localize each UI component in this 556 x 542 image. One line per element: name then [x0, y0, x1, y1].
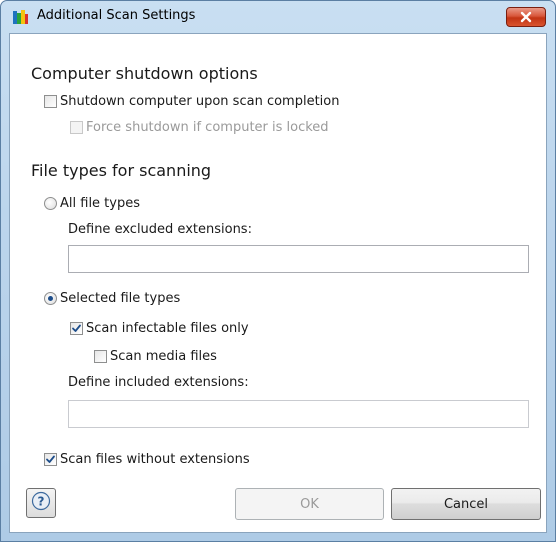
selected-file-types-option[interactable]: Selected file types: [44, 291, 180, 306]
media-files-option[interactable]: Scan media files: [94, 349, 217, 364]
help-glyph: ?: [38, 495, 45, 509]
dialog-window: Additional Scan Settings Computer shutdo…: [0, 0, 556, 542]
close-button[interactable]: [506, 7, 546, 27]
selected-file-types-radio[interactable]: [44, 292, 57, 305]
infectable-only-option[interactable]: Scan infectable files only: [70, 321, 249, 336]
close-icon: [520, 8, 532, 27]
shutdown-checkbox[interactable]: [44, 95, 57, 108]
ok-button[interactable]: OK: [235, 488, 384, 520]
media-files-checkbox[interactable]: [94, 350, 107, 363]
avg-logo-icon: [12, 9, 29, 26]
included-extensions-input: [68, 400, 529, 428]
filetypes-section-heading: File types for scanning: [31, 161, 212, 180]
dialog-content: Computer shutdown options Shutdown compu…: [9, 33, 547, 533]
window-title: Additional Scan Settings: [37, 8, 196, 23]
included-extensions-label: Define included extensions:: [68, 375, 249, 390]
all-file-types-radio[interactable]: [44, 197, 57, 210]
no-extension-checkbox[interactable]: [44, 453, 57, 466]
excluded-extensions-input[interactable]: [68, 245, 529, 273]
shutdown-section-heading: Computer shutdown options: [31, 64, 258, 83]
force-shutdown-label: Force shutdown if computer is locked: [86, 120, 329, 135]
cancel-button[interactable]: Cancel: [391, 488, 541, 520]
infectable-only-checkbox[interactable]: [70, 322, 83, 335]
force-shutdown-checkbox: [70, 121, 83, 134]
shutdown-label: Shutdown computer upon scan completion: [60, 94, 340, 109]
no-extension-option[interactable]: Scan files without extensions: [44, 452, 250, 467]
no-extension-label: Scan files without extensions: [60, 452, 250, 467]
media-files-label: Scan media files: [110, 349, 217, 364]
title-bar[interactable]: Additional Scan Settings: [1, 1, 555, 33]
shutdown-option[interactable]: Shutdown computer upon scan completion: [44, 94, 339, 109]
all-file-types-option[interactable]: All file types: [44, 196, 140, 211]
help-button[interactable]: ?: [26, 488, 56, 518]
excluded-extensions-label: Define excluded extensions:: [68, 222, 252, 237]
infectable-only-label: Scan infectable files only: [86, 321, 249, 336]
help-icon: ?: [31, 491, 51, 515]
selected-file-types-label: Selected file types: [60, 291, 181, 306]
all-file-types-label: All file types: [60, 196, 140, 211]
force-shutdown-option: Force shutdown if computer is locked: [70, 120, 329, 135]
